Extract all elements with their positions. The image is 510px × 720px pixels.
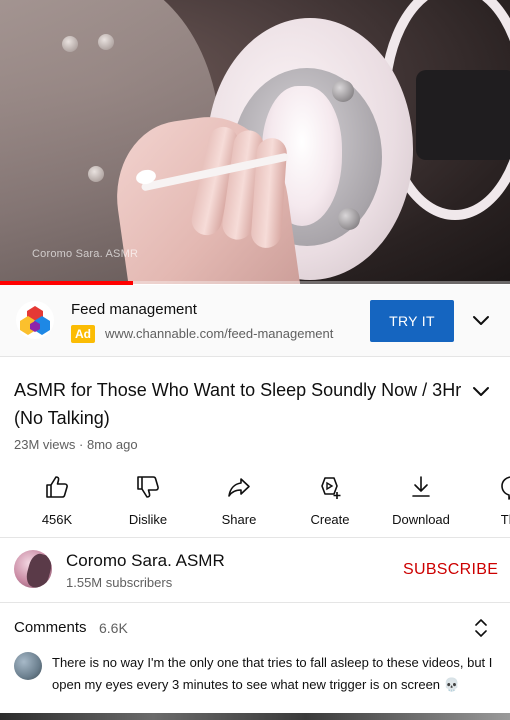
like-count: 456K bbox=[41, 512, 73, 527]
video-frame-screw bbox=[332, 80, 354, 102]
divider bbox=[0, 537, 510, 538]
comments-heading[interactable]: Comments bbox=[14, 619, 87, 636]
video-player[interactable]: Coromo Sara. ASMR bbox=[0, 0, 510, 284]
video-watermark: Coromo Sara. ASMR bbox=[32, 248, 139, 260]
share-icon bbox=[228, 478, 250, 497]
video-frame-button bbox=[98, 34, 114, 50]
video-meta: 23M views · 8mo ago bbox=[14, 437, 138, 452]
commenter-avatar[interactable] bbox=[14, 652, 42, 680]
video-frame-device bbox=[416, 70, 510, 160]
thumbs-up-icon bbox=[46, 476, 68, 498]
channel-name[interactable]: Coromo Sara. ASMR bbox=[66, 551, 225, 571]
expand-description-chevron-icon[interactable] bbox=[470, 380, 492, 402]
thumbs-down-icon bbox=[137, 476, 159, 498]
action-bar: 456K Dislike Share Create Download Tha bbox=[0, 470, 510, 536]
video-frame-screw bbox=[338, 208, 360, 230]
advertiser-logo-icon bbox=[16, 301, 54, 339]
ad-title[interactable]: Feed management bbox=[71, 301, 197, 318]
share-label: Share bbox=[221, 512, 257, 527]
ad-badge: Ad bbox=[71, 325, 95, 343]
create-icon bbox=[321, 477, 341, 499]
subscriber-count: 1.55M subscribers bbox=[66, 575, 173, 590]
dislike-button[interactable]: Dislike bbox=[105, 470, 191, 530]
ad-banner[interactable]: Feed management Ad www.channable.com/fee… bbox=[0, 285, 510, 357]
try-it-button[interactable]: TRY IT bbox=[370, 300, 454, 342]
dislike-label: Dislike bbox=[128, 512, 168, 527]
create-button[interactable]: Create bbox=[287, 470, 373, 530]
top-comment-text[interactable]: There is no way I'm the only one that tr… bbox=[52, 652, 498, 696]
download-button[interactable]: Download bbox=[378, 470, 464, 530]
download-label: Download bbox=[392, 512, 450, 527]
video-title[interactable]: ASMR for Those Who Want to Sleep Soundly… bbox=[14, 376, 464, 432]
chevron-down-icon[interactable] bbox=[470, 309, 492, 331]
video-frame-button bbox=[88, 166, 104, 182]
divider bbox=[0, 602, 510, 603]
share-button[interactable]: Share bbox=[196, 470, 282, 530]
thanks-icon bbox=[501, 476, 510, 500]
subscribe-button[interactable]: SUBSCRIBE bbox=[403, 561, 498, 579]
thanks-button[interactable]: Tha bbox=[469, 470, 510, 530]
download-icon bbox=[412, 476, 430, 497]
like-button[interactable]: 456K bbox=[14, 470, 100, 530]
create-label: Create bbox=[310, 512, 350, 527]
expand-comments-icon[interactable] bbox=[470, 616, 492, 640]
comments-count: 6.6K bbox=[99, 620, 128, 636]
next-video-thumbnail-strip[interactable] bbox=[0, 713, 510, 720]
channel-avatar[interactable] bbox=[14, 550, 52, 588]
video-frame-button bbox=[62, 36, 78, 52]
avatar-hair bbox=[23, 551, 52, 588]
thanks-label: Tha bbox=[500, 512, 510, 527]
ad-url[interactable]: www.channable.com/feed-management bbox=[105, 326, 333, 341]
